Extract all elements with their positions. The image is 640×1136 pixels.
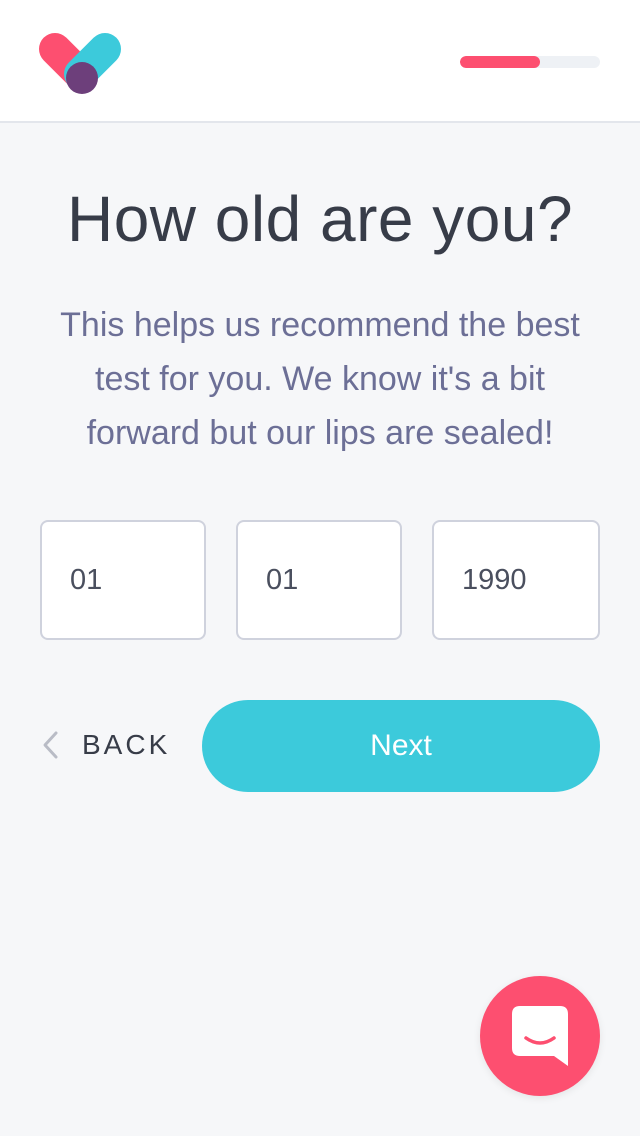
back-button[interactable]: BACK — [40, 720, 170, 770]
next-button[interactable]: Next — [202, 700, 600, 792]
progress-fill — [460, 56, 540, 68]
progress-bar — [460, 56, 600, 68]
month-field[interactable] — [236, 520, 402, 640]
day-field[interactable] — [40, 520, 206, 640]
back-label: BACK — [82, 729, 171, 760]
header-bar — [0, 0, 640, 123]
chat-launcher-button[interactable] — [480, 976, 600, 1096]
heart-check-logo-icon[interactable] — [38, 32, 126, 96]
year-field[interactable] — [432, 520, 600, 640]
chevron-left-icon — [40, 720, 70, 770]
page-subtitle: This helps us recommend the best test fo… — [60, 306, 580, 452]
page-title: How old are you? — [66, 183, 574, 255]
chat-bubble-icon — [512, 1006, 568, 1066]
